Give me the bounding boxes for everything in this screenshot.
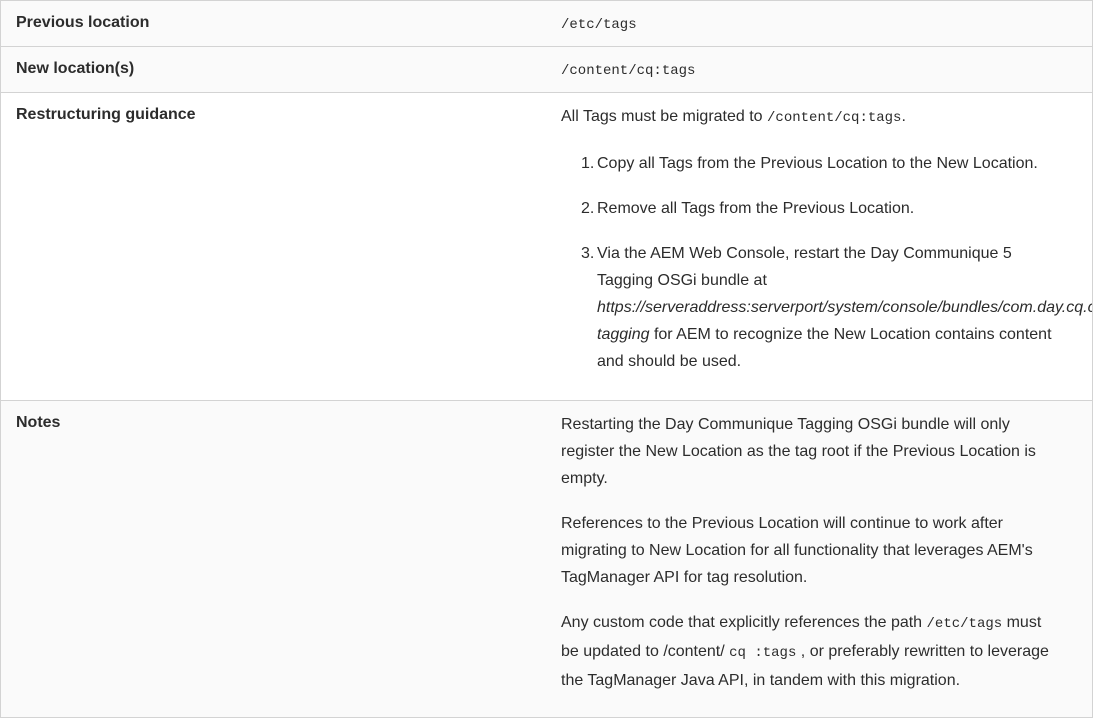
notes-p3-text-a: Any custom code that explicitly referenc…	[561, 614, 927, 631]
step3-line4: for AEM to recognize the New Location co…	[649, 326, 1052, 343]
step3-line1: Via the AEM Web Console, restart the Day…	[597, 245, 1012, 262]
migration-table: Previous location /etc/tags New location…	[0, 0, 1093, 718]
step-text: Copy all Tags from the Previous Location…	[597, 155, 1038, 172]
row-value-restructuring-guidance: All Tags must be migrated to /content/cq…	[561, 103, 1093, 393]
notes-p1-line1: Restarting the Day Communique Tagging OS…	[561, 416, 1010, 433]
guidance-intro-text: All Tags must be migrated to	[561, 108, 768, 125]
notes-p2-line3: TagManager API for tag resolution.	[561, 569, 808, 586]
guidance-intro-end: .	[901, 108, 906, 125]
row-label-previous-location: Previous location	[16, 14, 150, 31]
step3-line2: Tagging OSGi bundle at	[597, 272, 767, 289]
step-number: 1.	[581, 155, 595, 172]
notes-p3-text-c: be updated to /content/	[561, 643, 730, 660]
row-value-previous-location: /etc/tags	[561, 17, 637, 33]
list-item: 1. Copy all Tags from the Previous Locati…	[561, 150, 1092, 177]
row-value-new-location: /content/cq:tags	[561, 63, 696, 79]
list-item: 2. Remove all Tags from the Previous Loca…	[561, 195, 1092, 222]
notes-p3-text-d: , or preferably rewritten to leverage	[796, 643, 1049, 660]
step3-line5: and should be used.	[597, 353, 742, 370]
notes-p2-line2: migrating to New Location for all functi…	[561, 542, 1033, 559]
table-row-previous-location: Previous location /etc/tags	[0, 1, 1093, 47]
notes-paragraph-2: References to the Previous Location will…	[561, 510, 1092, 591]
row-value-notes: Restarting the Day Communique Tagging OS…	[561, 411, 1092, 694]
step3-url-part1: https://serveraddress:serverport/system/…	[597, 299, 1093, 316]
guidance-intro: All Tags must be migrated to /content/cq…	[561, 103, 1092, 132]
row-label-notes: Notes	[16, 414, 61, 431]
notes-p3-code-etc-tags: /etc/tags	[926, 616, 1003, 632]
row-label-new-location: New location(s)	[16, 60, 135, 77]
list-item: 3. Via the AEM Web Console, restart the D…	[561, 240, 1093, 375]
step-number: 2.	[581, 200, 595, 217]
table-row-restructuring-guidance: Restructuring guidance All Tags must be …	[0, 93, 1093, 401]
step3-url-part2: tagging	[597, 326, 650, 343]
notes-paragraph-1: Restarting the Day Communique Tagging OS…	[561, 411, 1092, 492]
notes-paragraph-3: Any custom code that explicitly referenc…	[561, 609, 1092, 694]
notes-p1-line2: register the New Location as the tag roo…	[561, 443, 1036, 460]
table-row-notes: Notes Restarting the Day Communique Tagg…	[0, 401, 1093, 718]
step-text: Remove all Tags from the Previous Locati…	[597, 200, 915, 217]
row-label-restructuring-guidance: Restructuring guidance	[16, 106, 196, 123]
notes-p3-code-cq-tags: cq :tags	[729, 645, 797, 661]
step-number: 3.	[581, 245, 595, 262]
notes-p3-line3: the TagManager Java API, in tandem with …	[561, 672, 961, 689]
notes-p1-line3: empty.	[561, 470, 608, 487]
notes-p3-text-b: must	[1002, 614, 1042, 631]
guidance-intro-code: /content/cq:tags	[767, 110, 902, 126]
table-row-new-location: New location(s) /content/cq:tags	[0, 47, 1093, 93]
notes-p2-line1: References to the Previous Location will…	[561, 515, 1004, 532]
guidance-steps-list: 1. Copy all Tags from the Previous Locati…	[561, 150, 1093, 375]
